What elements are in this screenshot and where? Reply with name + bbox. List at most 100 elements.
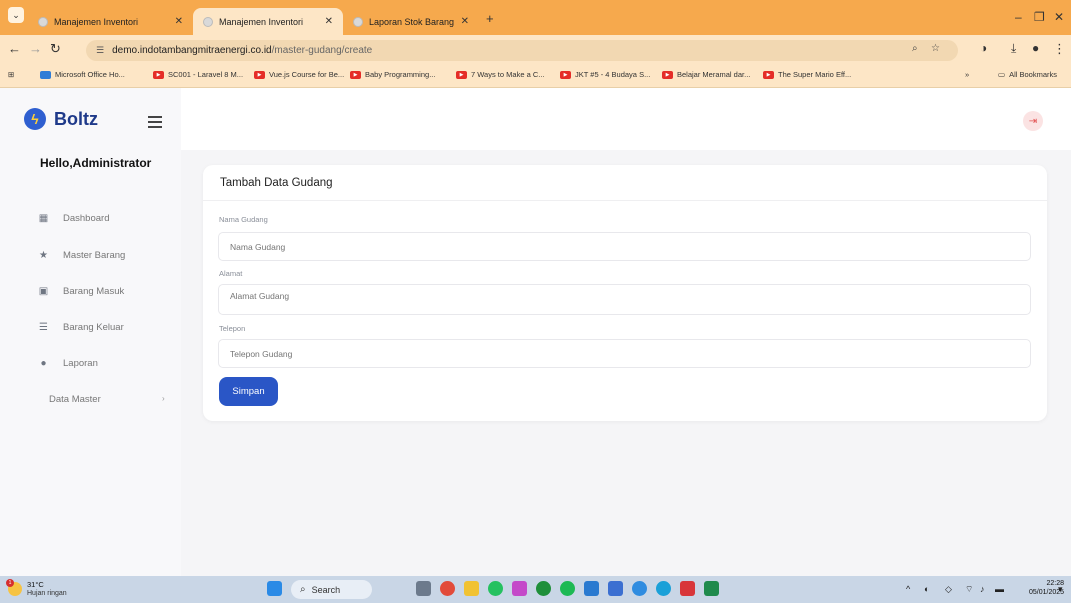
mcafee-icon[interactable] xyxy=(680,581,695,596)
bookmark-label: The Super Mario Eff... xyxy=(778,70,852,79)
wifi-icon[interactable]: ⌔ xyxy=(965,584,973,595)
sidebar-item-dashboard[interactable]: ▦ Dashboard xyxy=(38,213,110,224)
alamat-textarea[interactable] xyxy=(218,284,1031,315)
tab-title: Manajemen Inventori xyxy=(219,16,304,27)
bookmark-item[interactable]: ▶ 7 Ways to Make a C... xyxy=(456,70,545,79)
battery-saver-icon[interactable]: ◐ xyxy=(924,584,929,594)
close-icon[interactable]: ✕ xyxy=(325,16,333,27)
top-header xyxy=(181,88,1071,150)
site-info-icon[interactable]: ☰ xyxy=(96,45,104,56)
logout-icon[interactable]: ⇥ xyxy=(1023,111,1043,131)
bookmark-item[interactable]: Microsoft Office Ho... xyxy=(40,70,125,79)
network-icon[interactable]: ◇ xyxy=(945,584,952,595)
browser-menu-icon[interactable]: ⋮ xyxy=(1053,41,1066,57)
sidebar-item-label: Barang Masuk xyxy=(63,286,125,297)
telepon-input[interactable] xyxy=(218,339,1031,368)
sidebar-item-data-master[interactable]: Data Master xyxy=(49,394,101,405)
window-close-icon[interactable]: ✕ xyxy=(1054,10,1064,24)
sidebar-item-label: Dashboard xyxy=(63,213,110,224)
profile-icon[interactable]: ● xyxy=(1032,41,1039,55)
back-icon[interactable]: ← xyxy=(8,41,21,56)
globe-icon xyxy=(353,16,363,27)
temperature: 31°C xyxy=(27,580,44,589)
bookmark-item[interactable]: ▶ The Super Mario Eff... xyxy=(763,70,851,79)
reload-icon[interactable]: ↻ xyxy=(50,41,61,57)
minimize-icon[interactable]: – xyxy=(1015,10,1022,24)
bookmark-label: SC001 - Laravel 8 M... xyxy=(168,70,244,79)
youtube-icon: ▶ xyxy=(350,70,361,79)
youtube-icon: ▶ xyxy=(153,70,164,79)
bookmark-item[interactable]: ▶ Baby Programming... xyxy=(350,70,435,79)
edge-icon[interactable] xyxy=(656,581,671,596)
sidebar-item-laporan[interactable]: ● Laporan xyxy=(38,358,97,369)
zoom-icon[interactable]: ⌕ xyxy=(912,43,918,54)
forward-icon[interactable]: → xyxy=(29,41,42,56)
extensions-icon[interactable]: ◑ xyxy=(980,41,987,55)
xbox-icon[interactable] xyxy=(536,581,551,596)
list-icon: ☰ xyxy=(39,322,48,333)
task-view-icon[interactable] xyxy=(416,581,431,596)
notification-bell-icon[interactable]: ▾ xyxy=(1058,584,1063,595)
hamburger-menu-icon[interactable] xyxy=(148,116,162,131)
tab-search-button[interactable]: ⌄ xyxy=(8,7,24,23)
more-bookmarks-icon[interactable]: » xyxy=(965,70,969,79)
all-bookmarks-button[interactable]: ▭ All Bookmarks xyxy=(998,70,1057,79)
star-icon: ★ xyxy=(39,250,48,261)
download-icon[interactable]: ⤓ xyxy=(1011,41,1016,56)
store-icon[interactable] xyxy=(584,581,599,596)
youtube-icon: ▶ xyxy=(763,70,774,79)
browser-tab-2[interactable]: Manajemen Inventori ✕ xyxy=(193,8,343,35)
divider xyxy=(203,200,1047,201)
folder-icon: ▭ xyxy=(998,70,1006,79)
bookmark-item[interactable]: ▶ Vue.js Course for Be... xyxy=(254,70,344,79)
browser-tab-3[interactable]: Laporan Stok Barang ✕ xyxy=(343,8,479,35)
new-tab-icon[interactable]: + xyxy=(486,11,494,26)
photos-icon[interactable] xyxy=(608,581,623,596)
close-icon[interactable]: ✕ xyxy=(175,16,183,27)
tray-chevron-icon[interactable]: ^ xyxy=(906,584,910,594)
battery-icon[interactable]: ▬ xyxy=(995,584,1004,594)
bookmark-item[interactable]: ▶ Belajar Meramal dar... xyxy=(662,70,750,79)
bookmark-item[interactable]: ▶ JKT #5 - 4 Budaya S... xyxy=(560,70,650,79)
app-icon[interactable] xyxy=(512,581,527,596)
nama-gudang-label: Nama Gudang xyxy=(219,215,268,224)
apps-icon[interactable]: ⊞ xyxy=(8,70,14,79)
sidebar-item-barang-keluar[interactable]: ☰ Barang Keluar xyxy=(38,322,124,333)
close-icon[interactable]: ✕ xyxy=(461,16,469,27)
grid-icon: ▦ xyxy=(38,213,49,224)
chrome-icon[interactable] xyxy=(440,581,455,596)
chevron-right-icon[interactable]: › xyxy=(162,394,165,403)
url-bar[interactable]: ☰ demo.indotambangmitraenergi.co.id/mast… xyxy=(86,40,958,61)
youtube-icon: ▶ xyxy=(560,70,571,79)
whatsapp-icon[interactable] xyxy=(488,581,503,596)
youtube-icon: ▶ xyxy=(456,70,467,79)
windows-start-icon[interactable] xyxy=(267,581,282,596)
search-icon: ⌕ xyxy=(300,584,306,595)
form-title: Tambah Data Gudang xyxy=(220,177,333,189)
weather-widget[interactable]: 1 31°C Hujan ringan xyxy=(6,579,67,598)
nama-gudang-input[interactable] xyxy=(218,232,1031,261)
bookmark-label: Microsoft Office Ho... xyxy=(55,70,125,79)
taskbar-search[interactable]: ⌕ Search xyxy=(291,580,372,599)
all-bookmarks-label: All Bookmarks xyxy=(1009,70,1058,79)
brand-logo[interactable]: ϟ Boltz xyxy=(24,108,98,130)
bookmark-item[interactable]: ▶ SC001 - Laravel 8 M... xyxy=(153,70,243,79)
restore-icon[interactable]: ❐ xyxy=(1034,10,1045,24)
file-explorer-icon[interactable] xyxy=(464,581,479,596)
telepon-label: Telepon xyxy=(219,324,246,333)
simpan-button[interactable]: Simpan xyxy=(219,377,278,406)
bookmark-star-icon[interactable]: ☆ xyxy=(931,43,940,54)
sidebar-item-master-barang[interactable]: ★ Master Barang xyxy=(38,250,125,261)
volume-icon[interactable]: ♪ xyxy=(980,584,985,594)
bookmark-label: Vue.js Course for Be... xyxy=(269,70,345,79)
spotify-icon[interactable] xyxy=(560,581,575,596)
info-icon: ● xyxy=(40,358,47,369)
weather-condition: Hujan ringan xyxy=(27,590,67,597)
excel-icon[interactable] xyxy=(704,581,719,596)
browser-tab-1[interactable]: Manajemen Inventori ✕ xyxy=(28,8,193,35)
teams-icon[interactable] xyxy=(632,581,647,596)
brand-name: Boltz xyxy=(54,108,98,129)
notification-badge: 1 xyxy=(6,579,14,587)
greeting: Hello,Administrator xyxy=(40,156,152,170)
sidebar-item-barang-masuk[interactable]: ▣ Barang Masuk xyxy=(38,286,125,297)
